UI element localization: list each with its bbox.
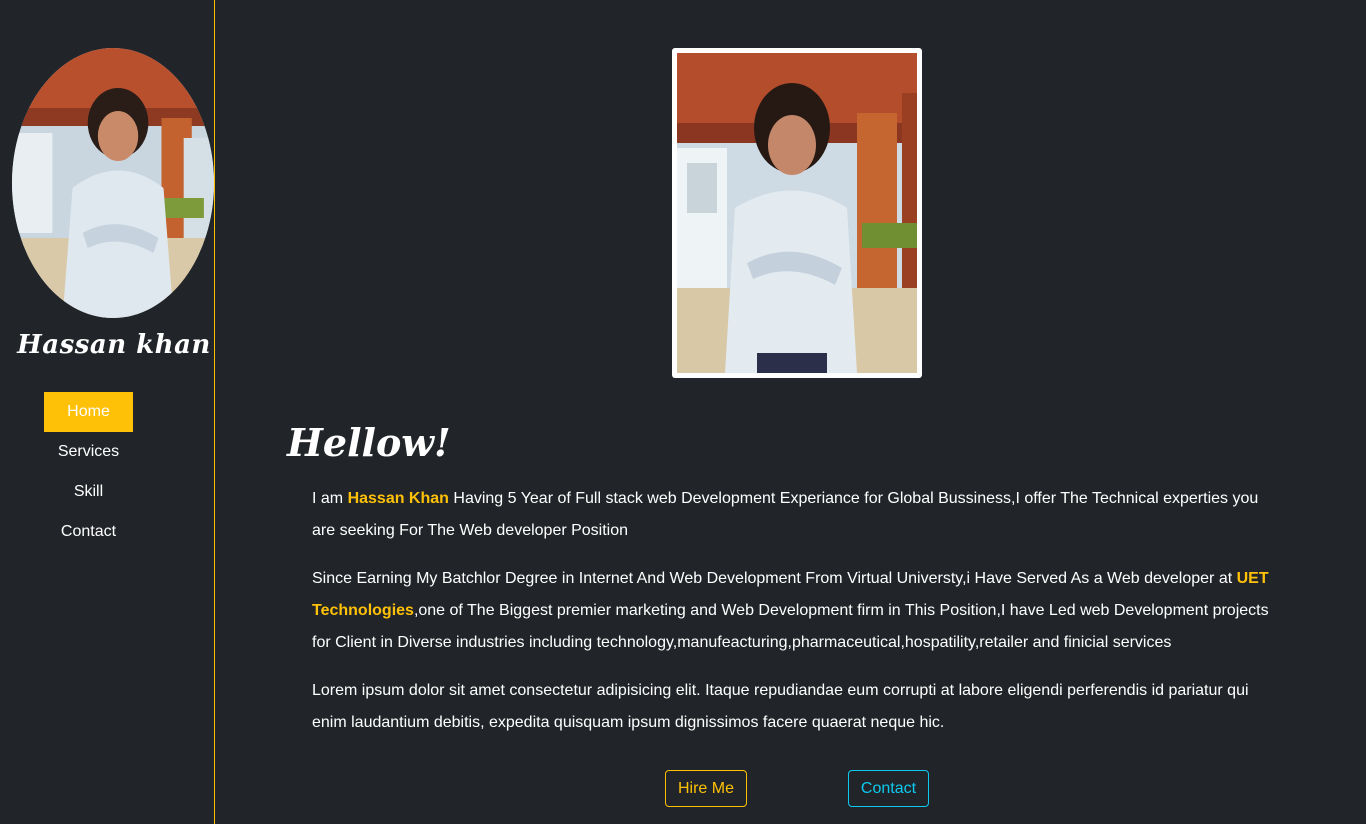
experience-prefix: Since Earning My Batchlor Degree in Inte…: [312, 570, 1237, 587]
nav-item-contact[interactable]: Contact: [44, 512, 133, 552]
avatar[interactable]: [12, 48, 214, 318]
nav-item-services[interactable]: Services: [44, 432, 133, 472]
sidebar-nav: Home Services Skill Contact: [0, 392, 176, 552]
hero-photo-image: [677, 53, 917, 373]
hire-me-button[interactable]: Hire Me: [665, 770, 747, 807]
contact-button[interactable]: Contact: [848, 770, 929, 807]
experience-paragraph: Since Earning My Batchlor Degree in Inte…: [312, 563, 1270, 659]
greeting-heading: Hellow!: [287, 420, 451, 465]
hero-photo: [672, 48, 922, 378]
about-text: I am Hassan Khan Having 5 Year of Full s…: [312, 483, 1270, 755]
brand-name: Hassan khan: [17, 330, 211, 360]
intro-paragraph: I am Hassan Khan Having 5 Year of Full s…: [312, 483, 1270, 547]
intro-rest: Having 5 Year of Full stack web Developm…: [312, 490, 1259, 539]
avatar-photo: [12, 48, 214, 318]
nav-item-home[interactable]: Home: [44, 392, 133, 432]
lorem-paragraph: Lorem ipsum dolor sit amet consectetur a…: [312, 682, 1249, 731]
nav-item-skill[interactable]: Skill: [44, 472, 133, 512]
highlight-name: Hassan Khan: [347, 490, 449, 507]
sidebar: Hassan khan Home Services Skill Contact: [0, 0, 215, 824]
intro-prefix: I am: [312, 490, 348, 507]
experience-rest: ,one of The Biggest premier marketing an…: [312, 602, 1269, 651]
